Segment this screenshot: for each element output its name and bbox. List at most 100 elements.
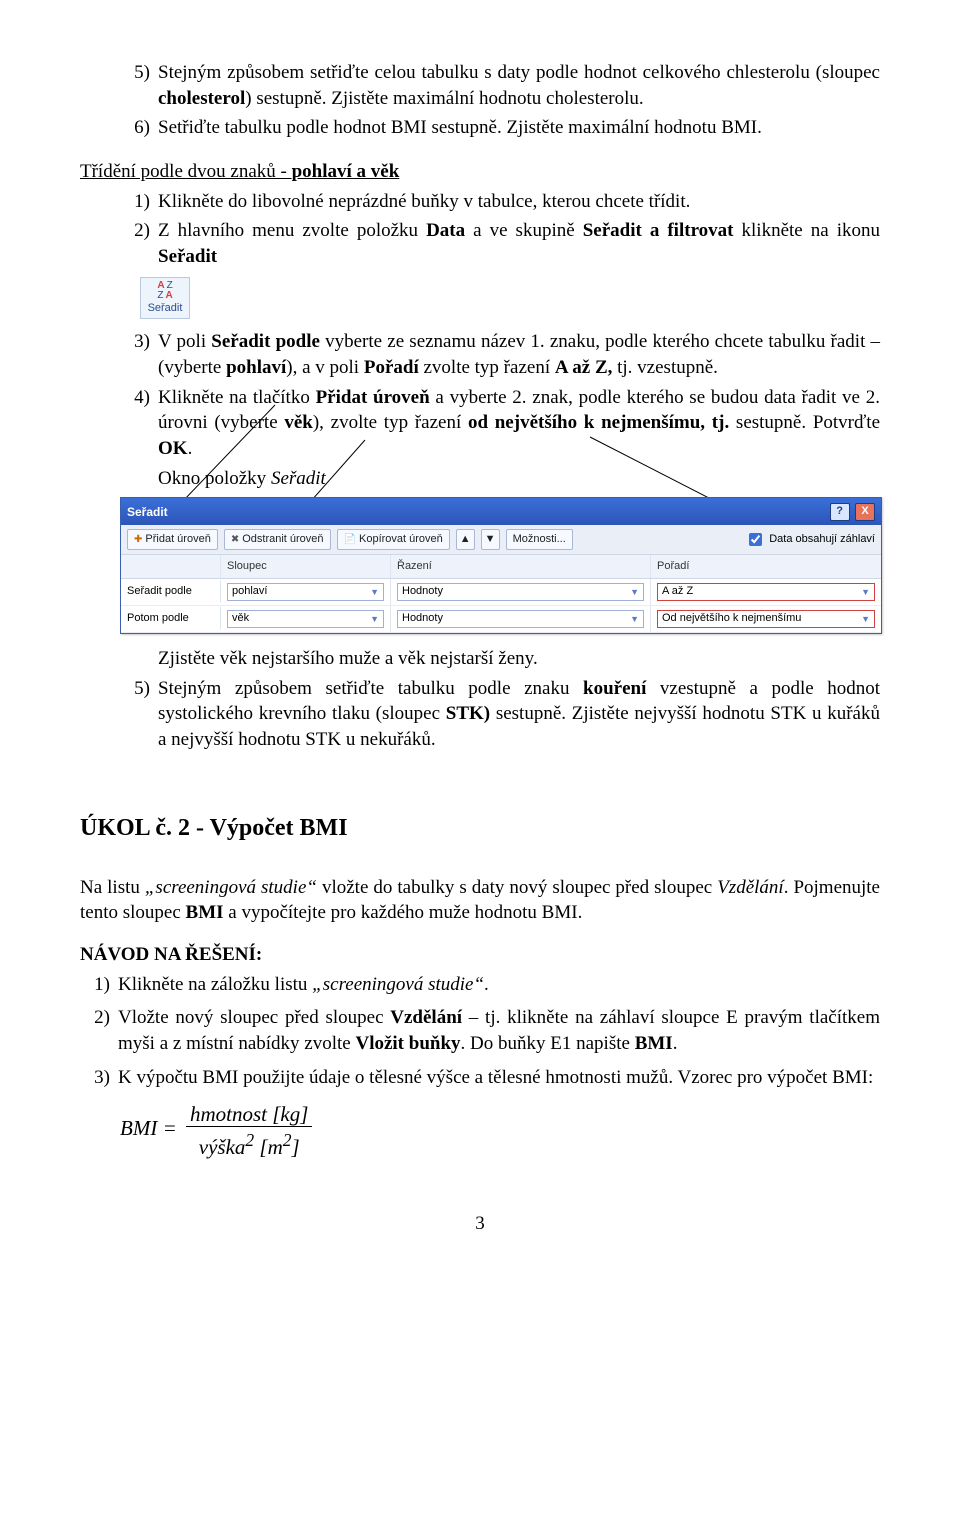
sort-row-1: Seřadit podle pohlaví ▼ Hodnoty ▼ A až Z…: [121, 579, 881, 606]
mid-steps: 3) V poli Seřadit podle vyberte ze sezna…: [120, 329, 880, 491]
dialog-caption: Okno položky Seřadit: [158, 466, 880, 492]
sort-step-1: 1) Klikněte do libovolné neprázdné buňky…: [120, 189, 880, 215]
text: Stejným způsobem setřiďte tabulku podle …: [158, 676, 880, 753]
text: Stejným způsobem setřiďte celou tabulku …: [158, 60, 880, 111]
num: 3): [80, 1065, 118, 1091]
row-label: Seřadit podle: [121, 580, 221, 603]
grid-header: Sloupec Řazení Pořadí: [121, 555, 881, 579]
column-dropdown[interactable]: věk ▼: [227, 610, 384, 628]
task2-intro: Na listu „screeningová studie“ vložte do…: [80, 875, 880, 926]
sort-step-2: 2) Z hlavního menu zvolte položku Data a…: [120, 218, 880, 269]
task2-step-3: 3) K výpočtu BMI použijte údaje o tělesn…: [80, 1065, 880, 1091]
text: Z hlavního menu zvolte položku Data a ve…: [158, 218, 880, 269]
task2-heading: ÚKOL č. 2 - Výpočet BMI: [80, 812, 880, 844]
chevron-up-icon: ▲: [460, 532, 471, 547]
value: Hodnoty: [402, 584, 443, 599]
label: Přidat úroveň: [145, 532, 210, 547]
after-line: Zjistěte věk nejstaršího muže a věk nejs…: [158, 646, 880, 672]
sort-dialog: Seřadit ? X ✚ Přidat úroveň ✖ Odstranit …: [120, 497, 882, 634]
close-button[interactable]: X: [855, 503, 875, 521]
eq: =: [163, 1116, 177, 1140]
sorton-dropdown[interactable]: Hodnoty ▼: [397, 610, 644, 628]
num: 3): [120, 329, 158, 380]
lhs: BMI: [120, 1116, 157, 1140]
task2-step-2: 2) Vložte nový sloupec před sloupec Vzdě…: [80, 1005, 880, 1056]
label: Odstranit úroveň: [242, 532, 323, 547]
sort-icon-label: Seřadit: [148, 302, 183, 314]
label: Kopírovat úroveň: [359, 532, 443, 547]
sort-ribbon-icon[interactable]: AZ ZA Seřadit: [140, 277, 190, 319]
after-item-5: 5) Stejným způsobem setřiďte tabulku pod…: [120, 676, 880, 753]
move-up-button[interactable]: ▲: [456, 529, 475, 550]
add-level-button[interactable]: ✚ Přidat úroveň: [127, 529, 218, 550]
text: Klikněte na záložku listu „screeningová …: [118, 972, 880, 998]
text: Vložte nový sloupec před sloupec Vzdělán…: [118, 1005, 880, 1056]
chevron-down-icon: ▼: [370, 586, 379, 598]
column-dropdown[interactable]: pohlaví ▼: [227, 583, 384, 601]
value: A až Z: [662, 584, 693, 599]
chevron-down-icon: ▼: [861, 586, 870, 598]
text: Setřiďte tabulku podle hodnot BMI sestup…: [158, 115, 880, 141]
denominator: výška2 [m2]: [195, 1135, 304, 1159]
text: V poli Seřadit podle vyberte ze seznamu …: [158, 329, 880, 380]
after-dialog: Zjistěte věk nejstaršího muže a věk nejs…: [120, 646, 880, 753]
num: 4): [120, 385, 158, 462]
value: Od největšího k nejmenšímu: [662, 611, 801, 626]
num: 2): [80, 1005, 118, 1056]
intro-item-5: 5) Stejným způsobem setřiďte celou tabul…: [120, 60, 880, 111]
copy-level-button[interactable]: 📄 Kopírovat úroveň: [337, 529, 450, 550]
chevron-down-icon: ▼: [630, 586, 639, 598]
remove-icon: ✖: [231, 533, 239, 547]
num: 2): [120, 218, 158, 269]
remove-level-button[interactable]: ✖ Odstranit úroveň: [224, 529, 331, 550]
chevron-down-icon: ▼: [370, 613, 379, 625]
numerator: hmotnost [kg]: [186, 1102, 312, 1127]
page-number: 3: [80, 1211, 880, 1237]
order-dropdown[interactable]: Od největšího k nejmenšímu ▼: [657, 610, 875, 628]
dialog-toolbar: ✚ Přidat úroveň ✖ Odstranit úroveň 📄 Kop…: [121, 525, 881, 555]
text: Klikněte na tlačítko Přidat úroveň a vyb…: [158, 385, 880, 462]
chevron-down-icon: ▼: [485, 532, 496, 547]
sort-za-icon: ZA: [145, 291, 185, 301]
value: Hodnoty: [402, 611, 443, 626]
num: 6): [120, 115, 158, 141]
value: věk: [232, 611, 249, 626]
num: 1): [120, 189, 158, 215]
sort-row-2: Potom podle věk ▼ Hodnoty ▼ Od největšíh…: [121, 606, 881, 633]
sort-steps: 1) Klikněte do libovolné neprázdné buňky…: [120, 189, 880, 270]
num: 5): [120, 60, 158, 111]
dialog-title: Seřadit: [127, 504, 168, 520]
row-label: Potom podle: [121, 607, 221, 630]
move-down-button[interactable]: ▼: [481, 529, 500, 550]
sort-head: Řazení: [391, 555, 651, 578]
value: pohlaví: [232, 584, 267, 599]
intro-list: 5) Stejným způsobem setřiďte celou tabul…: [120, 60, 880, 141]
mid-step-4: 4) Klikněte na tlačítko Přidat úroveň a …: [120, 385, 880, 462]
num: 5): [120, 676, 158, 753]
options-button[interactable]: Možnosti...: [506, 529, 573, 550]
sorton-dropdown[interactable]: Hodnoty ▼: [397, 583, 644, 601]
intro-item-6: 6) Setřiďte tabulku podle hodnot BMI ses…: [120, 115, 880, 141]
num: 1): [80, 972, 118, 998]
add-icon: ✚: [134, 533, 142, 547]
ord-head: Pořadí: [651, 555, 881, 578]
col-head: Sloupec: [221, 555, 391, 578]
bmi-formula: BMI = hmotnost [kg] výška2 [m2]: [120, 1100, 880, 1161]
fraction: hmotnost [kg] výška2 [m2]: [182, 1100, 316, 1161]
task2-steps: 1) Klikněte na záložku listu „screeningo…: [80, 972, 880, 1091]
text: K výpočtu BMI použijte údaje o tělesné v…: [118, 1065, 880, 1091]
text: Klikněte do libovolné neprázdné buňky v …: [158, 189, 880, 215]
checkbox[interactable]: [749, 533, 762, 546]
label: Data obsahují záhlaví: [769, 532, 875, 547]
chevron-down-icon: ▼: [861, 613, 870, 625]
order-dropdown[interactable]: A až Z ▼: [657, 583, 875, 601]
mid-step-3: 3) V poli Seřadit podle vyberte ze sezna…: [120, 329, 880, 380]
copy-icon: 📄: [344, 533, 356, 547]
task2-step-1: 1) Klikněte na záložku listu „screeningo…: [80, 972, 880, 998]
dialog-titlebar[interactable]: Seřadit ? X: [121, 498, 881, 525]
help-button[interactable]: ?: [830, 503, 850, 521]
section-heading: Třídění podle dvou znaků - pohlaví a věk: [80, 159, 880, 185]
window-buttons: ? X: [828, 502, 875, 521]
has-header-checkbox[interactable]: Data obsahují záhlaví: [745, 530, 875, 549]
label: Možnosti...: [513, 532, 566, 547]
